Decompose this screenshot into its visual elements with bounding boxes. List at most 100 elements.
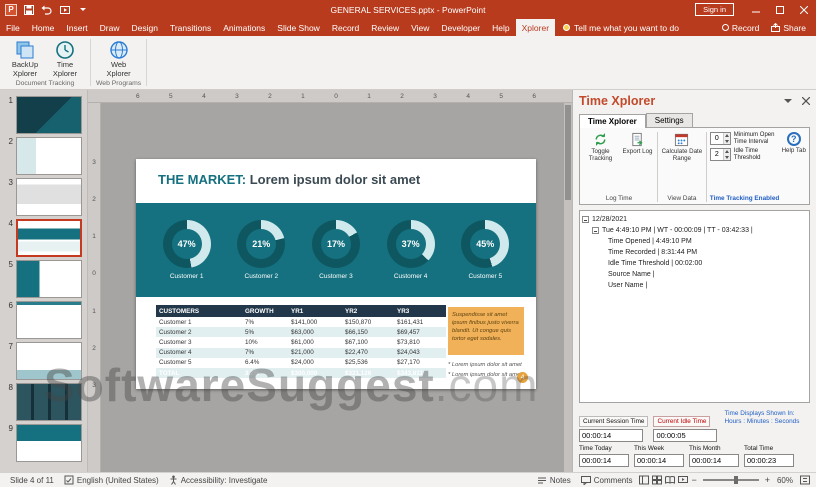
undo-button[interactable] [40,3,53,16]
slide-thumbnail[interactable]: 2 [0,137,85,175]
save-button[interactable] [22,3,35,16]
slide-thumbnail[interactable]: 4 [0,219,85,257]
ribbon-tab[interactable]: Xplorer [516,19,555,36]
donut-banner[interactable]: 47% Customer 1 21% Customer 2 17% [136,203,536,297]
tree-date-node[interactable]: 12/28/2021 [582,214,807,225]
ribbon-tab[interactable]: Developer [435,19,486,36]
slide-title[interactable]: THE MARKET: Lorem ipsum dolor sit amet [158,172,526,187]
record-button[interactable]: Record [722,23,759,33]
zoom-out-button[interactable]: − [689,475,698,485]
time-log-tree[interactable]: 12/28/2021 Tue 4:49:10 PM | WT - 00:00:0… [579,210,810,403]
time-xplorer-button[interactable]: TimeXplorer [45,38,85,79]
fit-to-window-button[interactable] [798,474,811,486]
export-log-button[interactable]: Export Log [619,132,656,162]
tree-detail-node[interactable]: Time Opened | 4:49:10 PM [608,236,807,247]
ribbon-tab[interactable]: Animations [217,19,271,36]
panel-tab[interactable]: Settings [646,113,693,127]
total-time-input[interactable] [744,454,794,467]
time-today-input[interactable] [579,454,629,467]
slide-thumbnail[interactable]: 3 [0,178,85,216]
slide-thumbnail[interactable]: 5 [0,260,85,298]
table-row[interactable]: Customer 17%$141,000$150,870$161,431 [156,317,446,327]
ribbon-tab[interactable]: Help [486,19,515,36]
zoom-slider-thumb[interactable] [734,476,738,484]
scrollbar-thumb[interactable] [565,105,571,200]
ribbon-tab[interactable]: Slide Show [271,19,326,36]
slide-sorter-view-button[interactable] [650,474,663,486]
donut-chart[interactable]: 37% Customer 4 [387,220,435,280]
slide-note-box[interactable]: Suspendisse sit amet ipsum finibus justo… [448,307,524,355]
slide-thumbnail-frame[interactable] [16,424,82,462]
table-row[interactable]: Customer 47%$21,000$22,470$24,043 [156,348,446,358]
zoom-level[interactable]: 60% [772,476,798,485]
slide-thumbnail-frame[interactable] [16,137,82,175]
slide-thumbnail-frame[interactable] [16,342,82,380]
donut-chart[interactable]: 47% Customer 1 [163,220,211,280]
current-idle-time-input[interactable] [653,429,717,442]
ribbon-tab[interactable]: File [0,19,26,36]
panel-tab[interactable]: Time Xplorer [579,114,646,128]
slide-thumbnail[interactable]: 6 [0,301,85,339]
slide-thumbnail[interactable]: 8 [0,383,85,421]
zoom-slider[interactable] [703,479,759,481]
table-total-row[interactable]: TOTAL3.2%$300,000$321,126$343,811 [156,368,446,378]
normal-view-button[interactable] [637,474,650,486]
ribbon-tab[interactable]: Design [126,19,164,36]
restore-button[interactable] [768,0,792,19]
slide-thumbnail-frame[interactable] [16,383,82,421]
ribbon-tab[interactable]: Record [326,19,365,36]
ribbon-tab[interactable]: Review [365,19,405,36]
start-slideshow-button[interactable] [58,3,71,16]
tree-collapse-toggle[interactable] [592,227,599,234]
calculate-date-range-button[interactable]: Calculate Date Range [659,132,705,162]
slide-thumbnail-frame[interactable] [16,260,82,298]
panel-close-button[interactable] [802,97,810,105]
tree-session-node[interactable]: Tue 4:49:10 PM | WT - 00:00:09 | TT - 03… [592,225,807,236]
accessibility-checker[interactable]: Accessibility: Investigate [164,475,273,485]
spin-down-button[interactable] [725,140,729,143]
ribbon-tab[interactable]: Transitions [164,19,217,36]
current-session-time-input[interactable] [579,429,643,442]
sign-in-button[interactable]: Sign in [695,3,734,16]
slide-thumbnail-frame[interactable] [16,301,82,339]
editor-scrollbar[interactable] [564,103,572,472]
min-open-interval-input[interactable] [711,133,723,144]
market-table[interactable]: CUSTOMERSGROWTHYR1YR2YR3 Customer 17%$14… [156,305,446,378]
toggle-tracking-button[interactable]: Toggle Tracking [582,132,619,162]
reading-view-button[interactable] [663,474,676,486]
this-week-input[interactable] [634,454,684,467]
notes-button[interactable]: Notes [532,476,576,485]
ribbon-tab[interactable]: Home [26,19,61,36]
slide-thumbnail[interactable]: 9 [0,424,85,462]
tree-detail-node[interactable]: Idle Time Threshold | 00:02:00 [608,258,807,269]
minimize-button[interactable] [744,0,768,19]
help-tab-button[interactable]: ? Help Tab [781,132,808,202]
close-button[interactable] [792,0,816,19]
slide-thumbnail[interactable]: 1 [0,96,85,134]
share-button[interactable]: Share [771,23,806,33]
tellme-box[interactable]: Tell me what you want to do [563,19,679,36]
slide-indicator[interactable]: Slide 4 of 11 [5,476,59,485]
tree-detail-node[interactable]: Source Name | [608,269,807,280]
ribbon-tab[interactable]: Draw [94,19,126,36]
slide-thumbnail[interactable]: 7 [0,342,85,380]
tree-detail-node[interactable]: Time Recorded | 8:31:44 PM [608,247,807,258]
idle-threshold-input[interactable] [711,149,723,160]
slide-thumbnail-frame[interactable] [16,219,82,257]
panel-options-button[interactable] [784,99,792,103]
slide-footnotes[interactable]: * Lorem ipsum dolor sit amet * Lorem ips… [448,361,522,381]
spin-up-button[interactable] [725,134,729,137]
tree-collapse-toggle[interactable] [582,216,589,223]
donut-chart[interactable]: 45% Customer 5 [461,220,509,280]
table-row[interactable]: Customer 56.4%$24,000$25,536$27,170 [156,358,446,368]
spin-up-button[interactable] [725,150,729,153]
ribbon-tab[interactable]: View [405,19,435,36]
donut-chart[interactable]: 17% Customer 3 [312,220,360,280]
backup-xplorer-button[interactable]: BackUpXplorer [5,38,45,79]
donut-chart[interactable]: 21% Customer 2 [237,220,285,280]
zoom-in-button[interactable]: + [763,475,772,485]
slideshow-view-button[interactable] [676,474,689,486]
this-month-input[interactable] [689,454,739,467]
table-row[interactable]: Customer 310%$61,000$67,100$73,810 [156,337,446,347]
slide-thumbnail-frame[interactable] [16,96,82,134]
